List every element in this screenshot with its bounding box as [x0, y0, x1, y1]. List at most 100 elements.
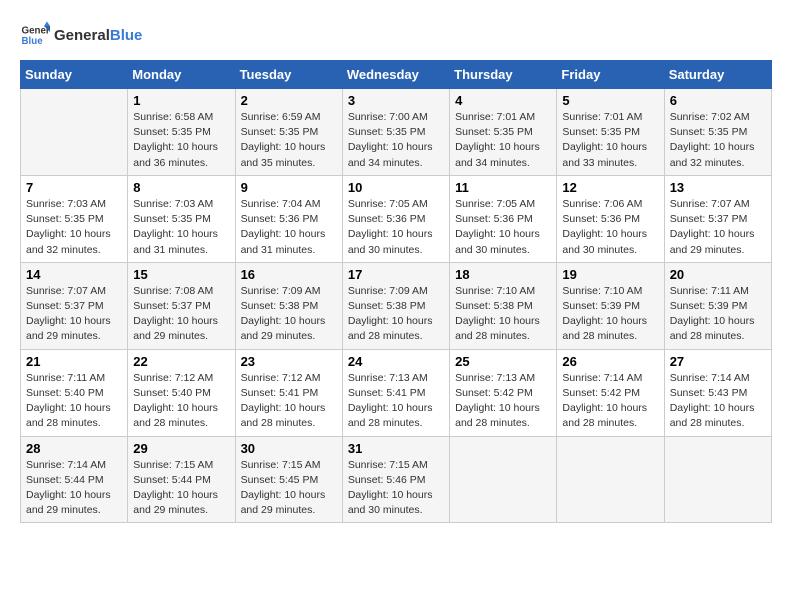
- day-number: 31: [348, 441, 444, 456]
- day-info: Sunrise: 7:12 AMSunset: 5:40 PMDaylight:…: [133, 371, 229, 432]
- day-number: 3: [348, 93, 444, 108]
- calendar-cell: 9 Sunrise: 7:04 AMSunset: 5:36 PMDaylight…: [235, 175, 342, 262]
- day-info: Sunrise: 7:15 AMSunset: 5:44 PMDaylight:…: [133, 458, 229, 519]
- day-number: 30: [241, 441, 337, 456]
- calendar-week-1: 1 Sunrise: 6:58 AMSunset: 5:35 PMDaylight…: [21, 89, 772, 176]
- day-info: Sunrise: 7:13 AMSunset: 5:41 PMDaylight:…: [348, 371, 444, 432]
- calendar-cell: 6Sunrise: 7:02 AMSunset: 5:35 PMDaylight…: [664, 89, 771, 176]
- day-number: 8: [133, 180, 229, 195]
- day-number: 17: [348, 267, 444, 282]
- weekday-header-row: SundayMondayTuesdayWednesdayThursdayFrid…: [21, 61, 772, 89]
- calendar-body: 1 Sunrise: 6:58 AMSunset: 5:35 PMDaylight…: [21, 89, 772, 523]
- calendar-header: SundayMondayTuesdayWednesdayThursdayFrid…: [21, 61, 772, 89]
- day-number: 15: [133, 267, 229, 282]
- day-info: Sunrise: 7:05 AMSunset: 5:36 PMDaylight:…: [348, 197, 444, 258]
- calendar-cell: [557, 436, 664, 523]
- calendar-cell: 23Sunrise: 7:12 AMSunset: 5:41 PMDayligh…: [235, 349, 342, 436]
- calendar-cell: 2Sunrise: 6:59 AMSunset: 5:35 PMDaylight…: [235, 89, 342, 176]
- weekday-header-friday: Friday: [557, 61, 664, 89]
- day-info: Sunrise: 7:15 AMSunset: 5:46 PMDaylight:…: [348, 458, 444, 519]
- day-number: 14: [26, 267, 122, 282]
- day-info: Sunrise: 7:03 AMSunset: 5:35 PMDaylight:…: [133, 197, 229, 258]
- day-number: 18: [455, 267, 551, 282]
- day-info: Sunrise: 7:14 AMSunset: 5:43 PMDaylight:…: [670, 371, 766, 432]
- weekday-header-wednesday: Wednesday: [342, 61, 449, 89]
- day-info: Sunrise: 7:14 AMSunset: 5:42 PMDaylight:…: [562, 371, 658, 432]
- calendar-cell: 29 Sunrise: 7:15 AMSunset: 5:44 PMDayligh…: [128, 436, 235, 523]
- day-number: 10: [348, 180, 444, 195]
- calendar-cell: 18 Sunrise: 7:10 AMSunset: 5:38 PMDayligh…: [450, 262, 557, 349]
- day-number: 16: [241, 267, 337, 282]
- calendar-cell: 16Sunrise: 7:09 AMSunset: 5:38 PMDayligh…: [235, 262, 342, 349]
- logo-icon: General Blue: [20, 20, 50, 50]
- calendar-cell: [21, 89, 128, 176]
- day-info: Sunrise: 7:03 AMSunset: 5:35 PMDaylight:…: [26, 197, 122, 258]
- calendar-cell: 22Sunrise: 7:12 AMSunset: 5:40 PMDayligh…: [128, 349, 235, 436]
- day-info: Sunrise: 7:10 AMSunset: 5:38 PMDaylight:…: [455, 284, 551, 345]
- header: General Blue GeneralBlue: [20, 20, 772, 50]
- day-info: Sunrise: 7:10 AMSunset: 5:39 PMDaylight:…: [562, 284, 658, 345]
- day-number: 6: [670, 93, 766, 108]
- logo: General Blue GeneralBlue: [20, 20, 142, 50]
- day-number: 23: [241, 354, 337, 369]
- calendar-week-5: 28Sunrise: 7:14 AMSunset: 5:44 PMDayligh…: [21, 436, 772, 523]
- calendar-cell: 24 Sunrise: 7:13 AMSunset: 5:41 PMDayligh…: [342, 349, 449, 436]
- calendar-cell: 31 Sunrise: 7:15 AMSunset: 5:46 PMDayligh…: [342, 436, 449, 523]
- calendar-week-2: 7 Sunrise: 7:03 AMSunset: 5:35 PMDaylight…: [21, 175, 772, 262]
- calendar-cell: 27 Sunrise: 7:14 AMSunset: 5:43 PMDayligh…: [664, 349, 771, 436]
- weekday-header-saturday: Saturday: [664, 61, 771, 89]
- day-info: Sunrise: 6:58 AMSunset: 5:35 PMDaylight:…: [133, 110, 229, 171]
- day-info: Sunrise: 7:14 AMSunset: 5:44 PMDaylight:…: [26, 458, 122, 519]
- day-info: Sunrise: 7:08 AMSunset: 5:37 PMDaylight:…: [133, 284, 229, 345]
- day-number: 2: [241, 93, 337, 108]
- day-info: Sunrise: 7:05 AMSunset: 5:36 PMDaylight:…: [455, 197, 551, 258]
- calendar-cell: 21 Sunrise: 7:11 AMSunset: 5:40 PMDayligh…: [21, 349, 128, 436]
- calendar-cell: 25 Sunrise: 7:13 AMSunset: 5:42 PMDayligh…: [450, 349, 557, 436]
- day-number: 13: [670, 180, 766, 195]
- day-number: 29: [133, 441, 229, 456]
- calendar-cell: 28Sunrise: 7:14 AMSunset: 5:44 PMDayligh…: [21, 436, 128, 523]
- day-info: Sunrise: 7:04 AMSunset: 5:36 PMDaylight:…: [241, 197, 337, 258]
- day-number: 9: [241, 180, 337, 195]
- weekday-header-sunday: Sunday: [21, 61, 128, 89]
- calendar-cell: [664, 436, 771, 523]
- calendar-cell: [450, 436, 557, 523]
- day-info: Sunrise: 7:11 AMSunset: 5:39 PMDaylight:…: [670, 284, 766, 345]
- day-number: 27: [670, 354, 766, 369]
- calendar-cell: 11 Sunrise: 7:05 AMSunset: 5:36 PMDayligh…: [450, 175, 557, 262]
- calendar-cell: 7 Sunrise: 7:03 AMSunset: 5:35 PMDaylight…: [21, 175, 128, 262]
- logo-general-text: GeneralBlue: [54, 27, 142, 44]
- day-info: Sunrise: 7:13 AMSunset: 5:42 PMDaylight:…: [455, 371, 551, 432]
- calendar-cell: 15 Sunrise: 7:08 AMSunset: 5:37 PMDayligh…: [128, 262, 235, 349]
- calendar-cell: 17 Sunrise: 7:09 AMSunset: 5:38 PMDayligh…: [342, 262, 449, 349]
- day-number: 21: [26, 354, 122, 369]
- day-number: 25: [455, 354, 551, 369]
- day-number: 11: [455, 180, 551, 195]
- day-number: 1: [133, 93, 229, 108]
- day-number: 12: [562, 180, 658, 195]
- day-number: 20: [670, 267, 766, 282]
- day-info: Sunrise: 7:01 AMSunset: 5:35 PMDaylight:…: [562, 110, 658, 171]
- calendar-cell: 12 Sunrise: 7:06 AMSunset: 5:36 PMDayligh…: [557, 175, 664, 262]
- day-info: Sunrise: 7:09 AMSunset: 5:38 PMDaylight:…: [348, 284, 444, 345]
- day-info: Sunrise: 7:01 AMSunset: 5:35 PMDaylight:…: [455, 110, 551, 171]
- calendar-cell: 8 Sunrise: 7:03 AMSunset: 5:35 PMDaylight…: [128, 175, 235, 262]
- weekday-header-tuesday: Tuesday: [235, 61, 342, 89]
- calendar-week-3: 14 Sunrise: 7:07 AMSunset: 5:37 PMDayligh…: [21, 262, 772, 349]
- calendar-cell: 10 Sunrise: 7:05 AMSunset: 5:36 PMDayligh…: [342, 175, 449, 262]
- day-info: Sunrise: 7:07 AMSunset: 5:37 PMDaylight:…: [26, 284, 122, 345]
- day-info: Sunrise: 7:06 AMSunset: 5:36 PMDaylight:…: [562, 197, 658, 258]
- day-info: Sunrise: 7:11 AMSunset: 5:40 PMDaylight:…: [26, 371, 122, 432]
- day-number: 24: [348, 354, 444, 369]
- day-number: 7: [26, 180, 122, 195]
- day-info: Sunrise: 7:15 AMSunset: 5:45 PMDaylight:…: [241, 458, 337, 519]
- calendar-table: SundayMondayTuesdayWednesdayThursdayFrid…: [20, 60, 772, 523]
- calendar-cell: 4Sunrise: 7:01 AMSunset: 5:35 PMDaylight…: [450, 89, 557, 176]
- calendar-cell: 20 Sunrise: 7:11 AMSunset: 5:39 PMDayligh…: [664, 262, 771, 349]
- day-number: 19: [562, 267, 658, 282]
- day-number: 26: [562, 354, 658, 369]
- calendar-cell: 30 Sunrise: 7:15 AMSunset: 5:45 PMDayligh…: [235, 436, 342, 523]
- calendar-week-4: 21 Sunrise: 7:11 AMSunset: 5:40 PMDayligh…: [21, 349, 772, 436]
- day-info: Sunrise: 7:07 AMSunset: 5:37 PMDaylight:…: [670, 197, 766, 258]
- weekday-header-monday: Monday: [128, 61, 235, 89]
